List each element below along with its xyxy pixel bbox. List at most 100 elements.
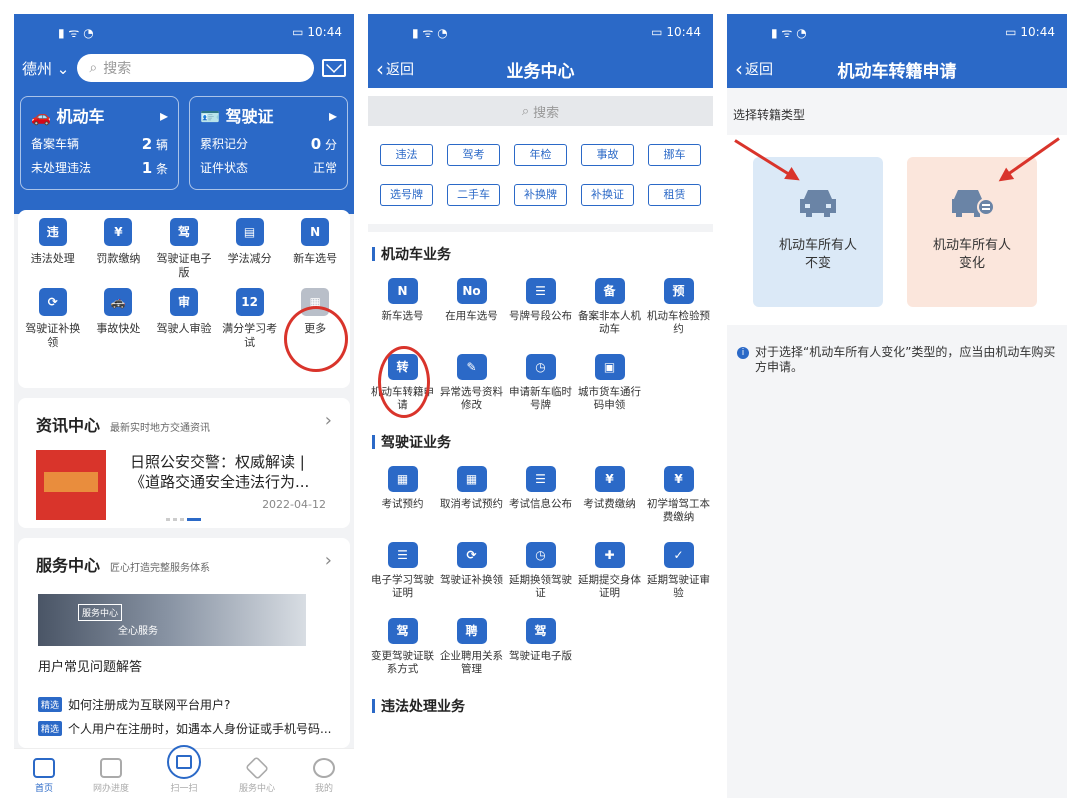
status-bar: ▮ ᯤ ◔ ▭ 10:44 bbox=[14, 14, 354, 50]
receipt-icon: ¥ bbox=[104, 218, 133, 246]
chip-inspection[interactable]: 年检 bbox=[514, 144, 567, 166]
announce-icon: ☰ bbox=[525, 278, 556, 304]
scan-icon bbox=[166, 745, 201, 779]
grid-item-license-renew[interactable]: ⟳ 驾驶证补换领 bbox=[20, 288, 86, 350]
item-license-renew[interactable]: ⟳ 驾驶证补换领 bbox=[437, 542, 506, 608]
news-section[interactable]: 资讯中心 最新实时地方交通资讯 › 日照公安交警：权威解读 |《道路交通安全违法行… bbox=[18, 398, 350, 528]
license-icon: 驾 bbox=[525, 618, 556, 644]
quick-services: 违违法处理 ¥ 罚款缴纳 驾驾驶证电子版 ▤ 学法减分 N 新车选号 ⟳ 驾驶证补换领 … bbox=[18, 210, 350, 388]
yen-icon: ¥ bbox=[594, 466, 625, 492]
status-bar: ▮ ᯤ ◔ ▭ 10:44 bbox=[771, 25, 1055, 40]
chevron-left-icon: ‹ bbox=[376, 57, 384, 81]
news-headline[interactable]: 日照公安交警：权威解读 |《道路交通安全违法行为... bbox=[130, 452, 332, 492]
search-input[interactable]: ⌕ 搜索 bbox=[77, 54, 314, 82]
car-transfer-icon bbox=[952, 190, 994, 217]
chip-exam[interactable]: 驾考 bbox=[447, 144, 500, 166]
review-icon: 审 bbox=[169, 288, 198, 316]
item-exam-info[interactable]: ☰ 考试信息公布 bbox=[506, 466, 575, 532]
faq-item[interactable]: 精选 如何注册成为互联网平台用户? bbox=[38, 696, 230, 713]
item-delay-renew[interactable]: ◷ 延期换领驾驶证 bbox=[506, 542, 575, 608]
grid-item-driver-review[interactable]: 审驾驶人审验 bbox=[151, 288, 217, 350]
info-icon: i bbox=[737, 347, 749, 359]
car-icon bbox=[800, 190, 836, 217]
grid-item-e-license[interactable]: 驾驾驶证电子版 bbox=[151, 218, 217, 280]
item-delay-health[interactable]: ✚ 延期提交身体证明 bbox=[575, 542, 644, 608]
grid-item-full-score[interactable]: 12 满分学习考试 bbox=[217, 288, 283, 350]
item-plate-range[interactable]: ☰ 号牌号段公布 bbox=[506, 278, 575, 344]
service-title: 服务中心 bbox=[36, 556, 101, 575]
chip-rental[interactable]: 租赁 bbox=[648, 184, 701, 206]
item-change-contact[interactable]: 驾变更驾驶证联系方式 bbox=[368, 618, 437, 684]
transfer-apply-screen: ▮ ᯤ ◔ ▭ 10:44 ‹ 返回 机动车转籍申请 选择转籍类型 机动车所有人不变 机… bbox=[727, 14, 1067, 798]
chevron-right-icon[interactable]: › bbox=[325, 550, 332, 571]
chip-plate-select[interactable]: 选号牌 bbox=[380, 184, 433, 206]
item-used-plate[interactable]: No 在用车选号 bbox=[437, 278, 506, 344]
chip-license-replace[interactable]: 补换证 bbox=[581, 184, 634, 206]
faq-item[interactable]: 精选 个人用户在注册时，如遇本人身份证或手机号码... bbox=[38, 720, 331, 737]
search-icon: ⌕ bbox=[521, 103, 530, 119]
grid-item-accident[interactable]: 🚓 事故快处 bbox=[86, 288, 152, 350]
item-e-license[interactable]: 驾驾驶证电子版 bbox=[506, 618, 575, 684]
clock: 10:44 bbox=[307, 25, 342, 39]
grid-item-study[interactable]: ▤ 学法减分 bbox=[217, 218, 283, 280]
tab-home[interactable]: 首页 bbox=[32, 758, 55, 794]
grid-item-new-plate[interactable]: N 新车选号 bbox=[282, 218, 348, 280]
back-button[interactable]: ‹ 返回 bbox=[376, 57, 414, 81]
chip-violation[interactable]: 违法 bbox=[380, 144, 433, 166]
license-card[interactable]: 🪪 驾驶证 ▸ 累积记分 0 分 证件状态 正常 bbox=[189, 96, 348, 190]
section-violation: 违法处理业务 bbox=[368, 684, 713, 720]
grid-item-fine[interactable]: ¥ 罚款缴纳 bbox=[86, 218, 152, 280]
search-input[interactable]: ⌕ 搜索 bbox=[368, 96, 713, 126]
chip-plate-replace[interactable]: 补换牌 bbox=[514, 184, 567, 206]
search-icon: ⌕ bbox=[89, 60, 98, 76]
calendar-icon: ▦ bbox=[456, 466, 487, 492]
car-crash-icon: 🚓 bbox=[104, 288, 133, 316]
item-exam-booking[interactable]: ▦ 考试预约 bbox=[368, 466, 437, 532]
item-plate-edit[interactable]: ✎ 异常选号资料修改 bbox=[437, 354, 506, 420]
news-thumbnail[interactable] bbox=[36, 450, 106, 520]
tab-scan[interactable]: 扫一扫 bbox=[166, 745, 201, 794]
chip-used-car[interactable]: 二手车 bbox=[447, 184, 500, 206]
battery-icon: ▭ bbox=[1005, 25, 1017, 39]
item-register-vehicle[interactable]: 备备案非本人机动车 bbox=[575, 278, 644, 344]
medical-icon: ✚ bbox=[594, 542, 625, 568]
option-owner-unchanged[interactable]: 机动车所有人不变 bbox=[753, 157, 883, 307]
type-label: 选择转籍类型 bbox=[733, 108, 806, 122]
book-icon: ▤ bbox=[235, 218, 264, 246]
page-title: 机动车转籍申请 bbox=[837, 61, 957, 82]
back-button[interactable]: ‹ 返回 bbox=[735, 57, 773, 81]
carousel-dots bbox=[166, 518, 201, 521]
mail-icon[interactable] bbox=[322, 59, 346, 77]
vehicle-card[interactable]: 🚗 机动车 ▸ 备案车辆 2 辆 未处理违法 1 条 bbox=[20, 96, 179, 190]
plate-icon: N bbox=[301, 218, 330, 246]
tab-progress[interactable]: 网办进度 bbox=[93, 758, 129, 794]
item-exam-fee[interactable]: ¥ 考试费缴纳 bbox=[575, 466, 644, 532]
chip-move-car[interactable]: 挪车 bbox=[648, 144, 701, 166]
grid-item-violation[interactable]: 违违法处理 bbox=[20, 218, 86, 280]
item-e-study[interactable]: ☰ 电子学习驾驶证明 bbox=[368, 542, 437, 608]
chevron-right-icon[interactable]: › bbox=[325, 410, 332, 431]
plate-no-icon: No bbox=[456, 278, 487, 304]
tab-service[interactable]: 服务中心 bbox=[239, 756, 275, 794]
calendar-icon: 12 bbox=[235, 288, 264, 316]
item-employment[interactable]: 聘企业聘用关系管理 bbox=[437, 618, 506, 684]
edit-icon: ✎ bbox=[456, 354, 487, 380]
service-banner[interactable]: 服务中心 全心服务 bbox=[38, 594, 306, 646]
home-icon bbox=[32, 758, 55, 778]
clock-icon: ◷ bbox=[525, 354, 556, 380]
chevron-right-icon: ▸ bbox=[159, 105, 168, 125]
chip-accident[interactable]: 事故 bbox=[581, 144, 634, 166]
item-delay-review[interactable]: ✓ 延期驾驶证审验 bbox=[644, 542, 713, 608]
item-truck-pass[interactable]: ▣ 城市货车通行码申领 bbox=[575, 354, 644, 420]
item-inspection-booking[interactable]: 预机动车检验预约 bbox=[644, 278, 713, 344]
item-new-plate[interactable]: N 新车选号 bbox=[368, 278, 437, 344]
item-cancel-booking[interactable]: ▦ 取消考试预约 bbox=[437, 466, 506, 532]
item-temp-plate[interactable]: ◷ 申请新车临时号牌 bbox=[506, 354, 575, 420]
city-selector[interactable]: 德州 ⌄ bbox=[22, 58, 69, 79]
item-cost-fee[interactable]: ¥ 初学增驾工本费缴纳 bbox=[644, 466, 713, 532]
option-owner-changed[interactable]: 机动车所有人变化 bbox=[907, 157, 1037, 307]
vehicle-card-title: 机动车 bbox=[56, 107, 105, 126]
document-icon: ☰ bbox=[387, 542, 418, 568]
faq-title[interactable]: 用户常见问题解答 bbox=[38, 656, 142, 675]
tab-mine[interactable]: 我的 bbox=[312, 758, 335, 794]
